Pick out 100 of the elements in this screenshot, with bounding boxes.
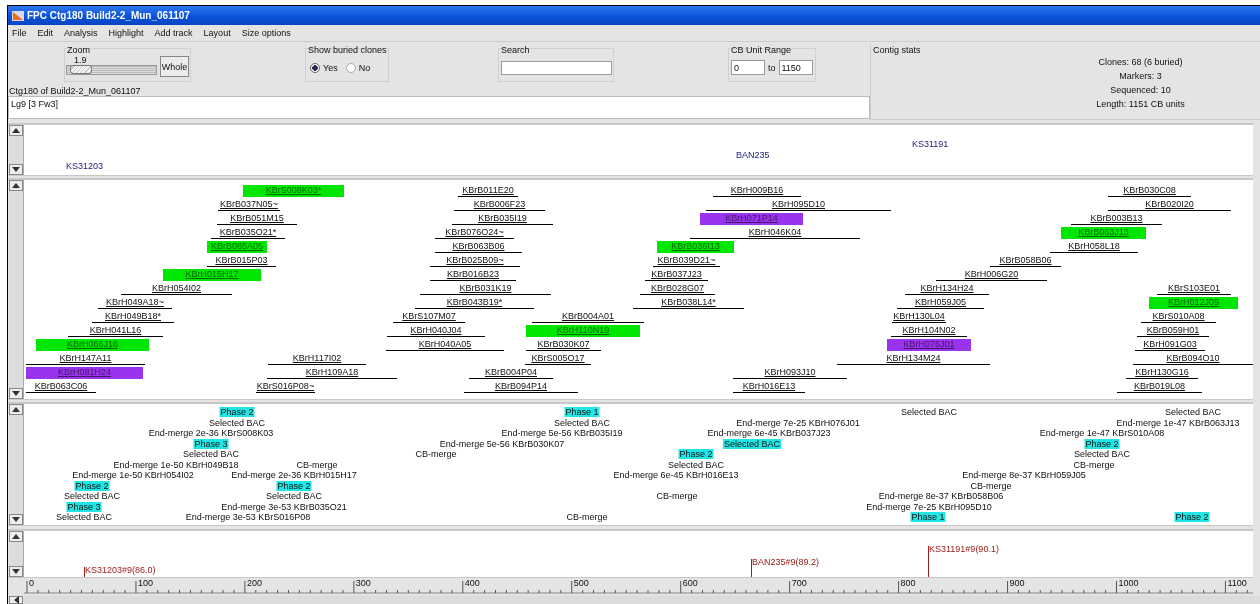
scroll-down-button[interactable] xyxy=(9,388,23,399)
vertical-scrollbar[interactable] xyxy=(9,125,24,175)
menu-item[interactable]: Layout xyxy=(203,28,231,38)
clone[interactable]: KBrH006G20 xyxy=(936,269,1047,281)
highlighted-remark[interactable]: Phase 2 xyxy=(1174,512,1210,522)
anchor-label[interactable]: KS31203#9(86.0) xyxy=(84,565,156,575)
remark[interactable]: CB-merge xyxy=(295,459,339,470)
clone[interactable]: KBrB037J23 xyxy=(645,269,708,281)
remark[interactable]: End-merge 3e-53 KBrB035O21 xyxy=(220,501,348,512)
clone[interactable]: KBrB031K19 xyxy=(420,283,551,295)
clone[interactable]: KBrH134M24 xyxy=(837,353,990,365)
scroll-up-button[interactable] xyxy=(9,404,23,415)
highlighted-remark[interactable]: Phase 1 xyxy=(564,407,600,417)
radio-icon[interactable] xyxy=(345,63,356,73)
clone[interactable]: KBrH109A18 xyxy=(267,367,397,379)
clone[interactable]: KBrH104N02 xyxy=(891,325,967,337)
remark[interactable]: End-merge 1e-47 KBrB063J13 xyxy=(1115,417,1241,428)
remark[interactable]: CB-merge xyxy=(969,480,1013,491)
remark[interactable]: End-merge 2e-36 KBrH015H17 xyxy=(230,470,358,480)
clone[interactable]: KBrS016P08~ xyxy=(256,381,315,393)
highlighted-remark[interactable]: Phase 3 xyxy=(193,438,229,449)
clone[interactable]: KBrB063B06 xyxy=(435,241,522,253)
clone[interactable]: KBrH016E13 xyxy=(733,381,805,393)
radio-icon[interactable] xyxy=(310,63,320,73)
clone[interactable]: KBrB003B13 xyxy=(1071,213,1162,225)
menu-item[interactable]: Highlight xyxy=(108,28,144,38)
anchor-label[interactable]: BAN235#9(89.2) xyxy=(751,557,820,567)
scroll-down-button[interactable] xyxy=(9,566,23,577)
highlighted-clone[interactable]: KBrH110N19 xyxy=(526,325,640,337)
remark[interactable]: End-merge 5e-56 KBrB030K07 xyxy=(438,438,566,449)
remark[interactable]: End-merge 8e-37 KBrH059J05 xyxy=(961,470,1087,480)
clone[interactable]: KBrH095D10 xyxy=(706,199,891,211)
remark[interactable]: End-merge 8e-37 KBrB058B06 xyxy=(877,491,1005,501)
menu-item[interactable]: Add track xyxy=(154,28,193,38)
remark[interactable]: CB-merge xyxy=(655,491,699,501)
remark[interactable]: Selected BAC xyxy=(1164,407,1222,417)
clone[interactable]: KBrH049A18~ xyxy=(98,297,172,309)
clone[interactable]: KBrB039D21~ xyxy=(653,255,720,267)
horizontal-scrollbar[interactable] xyxy=(9,596,1260,604)
highlighted-remark[interactable]: Phase 2 xyxy=(1084,438,1120,449)
remark[interactable]: Selected BAC xyxy=(55,512,113,522)
highlighted-remark[interactable]: Phase 2 xyxy=(74,480,110,491)
highlighted-clone[interactable]: KBrS008K03* xyxy=(243,185,344,197)
clone[interactable]: KBrB035O21* xyxy=(211,227,285,239)
remark[interactable]: End-merge 6e-45 KBrB037J23 xyxy=(706,428,832,438)
clone[interactable]: KBrB035I19 xyxy=(452,213,553,225)
remark[interactable]: End-merge 5e-56 KBrB035I19 xyxy=(500,428,624,438)
clone[interactable]: KBrB063C06 xyxy=(26,381,96,393)
remark[interactable]: End-merge 7e-25 KBrH076J01 xyxy=(735,417,861,428)
range-start-field[interactable]: 0 xyxy=(731,60,765,75)
remark[interactable]: Selected BAC xyxy=(667,459,725,470)
clone[interactable]: KBrH117I02 xyxy=(268,353,366,365)
remark[interactable]: Selected BAC xyxy=(1073,449,1131,459)
remark[interactable]: End-merge 1e-50 KBrH049B18 xyxy=(112,459,240,470)
vertical-scrollbar[interactable] xyxy=(9,531,24,577)
vertical-scrollbar[interactable] xyxy=(9,404,24,525)
clone[interactable]: KBrH040J04 xyxy=(387,325,485,337)
marker-label[interactable]: KS31191 xyxy=(912,139,949,149)
remark[interactable]: CB-merge xyxy=(414,449,458,459)
clone[interactable]: KBrH059J05 xyxy=(897,297,984,309)
notes-field[interactable]: Lg9 [3 Fw3] xyxy=(8,96,870,119)
vertical-scrollbar[interactable] xyxy=(9,180,24,399)
clone[interactable]: KBrB030K07 xyxy=(526,339,601,351)
clone[interactable]: KBrH147A11 xyxy=(26,353,145,365)
remark[interactable]: Selected BAC xyxy=(208,417,266,428)
clone[interactable]: KBrB058B06 xyxy=(990,255,1061,267)
menu-item[interactable]: File xyxy=(12,28,27,38)
clone[interactable]: KBrB038L14* xyxy=(633,297,744,309)
clone[interactable]: KBrH093J10 xyxy=(733,367,847,379)
highlighted-clone[interactable]: KBrH012J09 xyxy=(1149,297,1238,309)
remark[interactable]: End-merge 1e-47 KBrS010A08 xyxy=(1038,428,1166,438)
highlighted-remark[interactable]: Phase 2 xyxy=(219,407,255,417)
clone[interactable]: KBrS005O17 xyxy=(525,353,591,365)
radio-option[interactable]: Yes xyxy=(310,63,338,73)
highlighted-remark[interactable]: Phase 3 xyxy=(66,501,102,512)
scroll-left-button[interactable] xyxy=(9,596,23,604)
anchor-label[interactable]: KS31191#9(90.1) xyxy=(928,544,999,554)
clone[interactable]: KBrB037N05~ xyxy=(218,199,280,211)
menu-item[interactable]: Edit xyxy=(37,28,54,38)
clone[interactable]: KBrB004A01 xyxy=(532,311,644,323)
search-field[interactable] xyxy=(501,61,612,75)
highlighted-remark[interactable]: Selected BAC xyxy=(723,438,781,449)
remark[interactable]: End-merge 1e-50 KBrH054I02 xyxy=(71,470,195,480)
clone[interactable]: KBrB019L08 xyxy=(1117,381,1202,393)
marker-label[interactable]: KS31203 xyxy=(66,161,104,171)
remark[interactable]: End-merge 2e-36 KBrS008K03 xyxy=(147,428,275,438)
clone[interactable]: KBrB004P04 xyxy=(469,367,553,379)
clone[interactable]: KBrB020I20 xyxy=(1108,199,1231,211)
clone[interactable]: KBrB011E20 xyxy=(458,185,518,197)
clone[interactable]: KBrH054I02 xyxy=(121,283,232,295)
clone[interactable]: KBrH134H24 xyxy=(905,283,989,295)
remark[interactable]: Selected BAC xyxy=(182,449,240,459)
scroll-down-button[interactable] xyxy=(9,164,23,175)
highlighted-clone[interactable]: KBrB063J13 xyxy=(1061,227,1146,239)
clone[interactable]: KBrS010A08 xyxy=(1141,311,1216,323)
scroll-up-button[interactable] xyxy=(9,531,23,542)
highlighted-remark[interactable]: Phase 2 xyxy=(678,449,714,459)
clone[interactable]: KBrB030C08 xyxy=(1108,185,1191,197)
clone[interactable]: KBrH091G03 xyxy=(1135,339,1205,351)
scroll-up-button[interactable] xyxy=(9,180,23,191)
